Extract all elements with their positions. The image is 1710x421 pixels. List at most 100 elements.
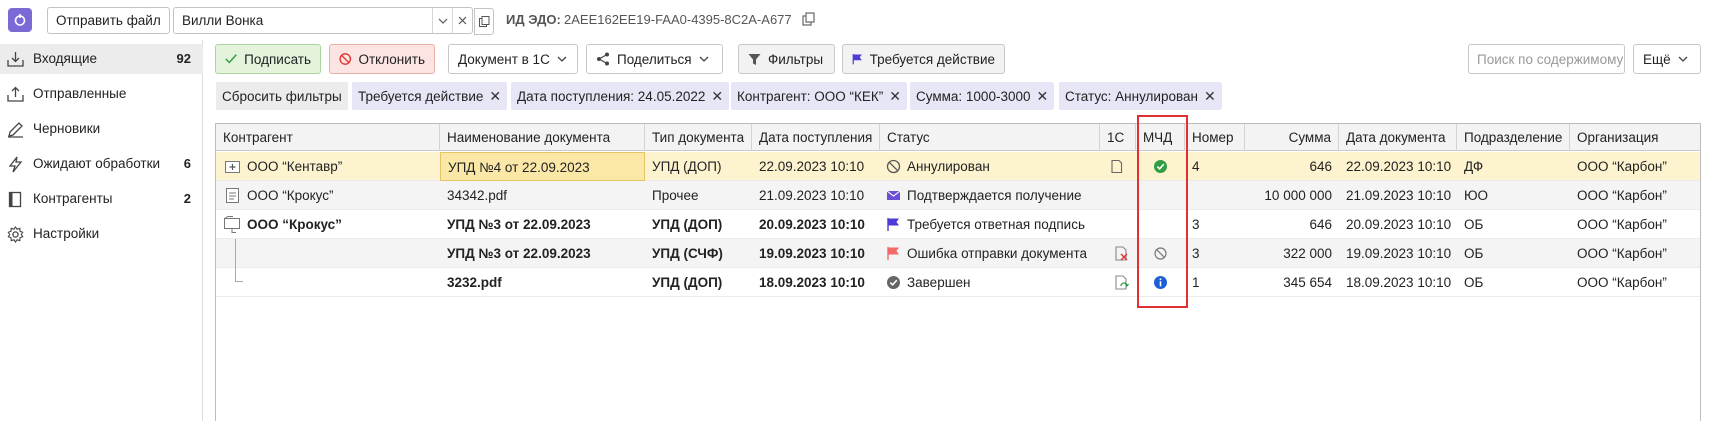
column-header[interactable]: Тип документа [645,124,752,151]
reject-button[interactable]: Отклонить [329,44,435,74]
block-icon [339,53,352,65]
filter-chip-label: Дата поступления: 24.05.2022 [517,88,706,104]
clear-icon[interactable] [452,8,472,33]
cell-status: Аннулирован [907,159,990,174]
cell-document-name[interactable]: УПД №3 от 22.09.2023 [440,239,645,268]
cell-status: Ошибка отправки документа [907,246,1087,261]
column-header[interactable]: Подразделение [1457,124,1570,151]
column-header[interactable]: Сумма [1245,124,1339,151]
column-header[interactable]: Номер [1185,124,1245,151]
reset-filters-button[interactable]: Сбросить фильтры [216,82,348,110]
cell-document-name[interactable]: 34342.pdf [440,181,645,210]
column-header[interactable]: Статус [880,124,1100,151]
annulled-icon [886,159,901,174]
inbox-icon [7,52,24,67]
more-button[interactable]: Ещё [1633,44,1701,74]
expand-folder-icon[interactable] [225,159,240,174]
cell-document-name[interactable]: УПД №4 от 22.09.2023 [440,152,645,181]
column-header[interactable]: МЧД [1136,124,1185,151]
cell-department: ОБ [1464,217,1484,232]
edo-id-label: ИД ЭДО: [506,12,561,27]
column-header[interactable]: Наименование документа [440,124,645,151]
sidebar-item-drafts[interactable]: Черновики [0,114,203,144]
cell-document-type: Прочее [652,188,699,203]
close-icon[interactable]: ✕ [889,88,901,105]
column-header[interactable]: 1С [1100,124,1136,151]
cell-organization: ООО “Карбон” [1577,275,1667,290]
share-button[interactable]: Поделиться [586,44,723,74]
filter-chip[interactable]: Статус: Аннулирован ✕ [1059,82,1222,110]
filters-button[interactable]: Фильтры [738,44,835,74]
table-row[interactable]: УПД №3 от 22.09.2023 УПД (СЧФ) 19.09.202… [216,239,1700,268]
cell-organization: ООО “Карбон” [1577,159,1667,174]
close-icon[interactable]: ✕ [1204,88,1216,105]
search-input[interactable]: Поиск по содержимому [1468,44,1625,74]
document-error-icon[interactable] [1114,246,1129,261]
filter-chip[interactable]: Сумма: 1000-3000 ✕ [910,82,1055,110]
send-file-button[interactable]: Отправить файл [47,7,170,34]
filter-chip[interactable]: Контрагент: ООО “КЕК” ✕ [731,82,908,110]
filter-chip[interactable]: Дата поступления: 24.05.2022 ✕ [511,82,730,110]
filter-icon [748,53,761,65]
sign-button[interactable]: Подписать [215,44,321,74]
table-row[interactable]: ООО “Крокус” 34342.pdf Прочее 21.09.2023… [216,181,1700,210]
cell-status: Подтверждается получение [907,188,1082,203]
table-row[interactable]: ООО “Крокус” УПД №3 от 22.09.2023 УПД (Д… [216,210,1700,239]
close-icon[interactable]: ✕ [1036,88,1048,105]
filter-chip-label: Статус: Аннулирован [1065,88,1198,104]
sidebar-item-label: Контрагенты [33,191,113,206]
document-sync-icon[interactable] [1114,275,1129,290]
column-header[interactable]: Организация [1570,124,1700,151]
revoked-icon [1154,247,1167,260]
close-icon[interactable]: ✕ [489,88,501,105]
table-row[interactable]: ООО “Кентавр” УПД №4 от 22.09.2023 УПД (… [216,152,1700,181]
copy-icon[interactable] [802,12,816,26]
tree-connector [235,239,236,268]
cell-received-date: 20.09.2023 10:10 [759,217,865,232]
filter-chip-label: Требуется действие [358,88,484,104]
close-icon[interactable]: ✕ [711,88,723,105]
cell-document-type: УПД (ДОП) [652,217,723,232]
reject-label: Отклонить [358,51,426,67]
sidebar-item-counterparties[interactable]: Контрагенты 2 [0,184,203,214]
cell-sum: 646 [1309,217,1332,232]
sidebar-item-label: Настройки [33,226,100,241]
refresh-icon [14,14,26,26]
cell-document-date: 22.09.2023 10:10 [1346,159,1452,174]
cell-sum: 345 654 [1283,275,1332,290]
sign-label: Подписать [244,51,311,67]
sidebar-item-settings[interactable]: Настройки [0,219,203,249]
cell-organization: ООО “Карбон” [1577,217,1667,232]
sidebar-item-inbox[interactable]: Входящие 92 [0,44,203,74]
column-header[interactable]: Контрагент [216,124,440,151]
chevron-down-icon[interactable] [432,8,452,33]
app-logo[interactable] [8,8,32,32]
cell-counterparty: ООО “Крокус” [247,188,334,203]
cell-document-date: 19.09.2023 10:10 [1346,246,1452,261]
filter-chip[interactable]: Требуется действие ✕ [352,82,508,110]
share-label: Поделиться [617,51,692,67]
action-required-button[interactable]: Требуется действие [842,44,1005,74]
table-row[interactable]: 3232.pdf УПД (ДОП) 18.09.2023 10:10 Заве… [216,268,1700,297]
open-window-icon[interactable] [474,8,494,35]
cell-received-date: 19.09.2023 10:10 [759,246,865,261]
organization-select[interactable]: Вилли Вонка [173,7,473,34]
column-header[interactable]: Дата поступления [752,124,880,151]
sidebar-item-sent[interactable]: Отправленные [0,79,203,109]
cell-document-date: 18.09.2023 10:10 [1346,275,1452,290]
filters-label: Фильтры [768,51,824,67]
cell-document-name[interactable]: 3232.pdf [440,268,645,297]
envelope-icon [886,190,901,200]
cell-document-name[interactable]: УПД №3 от 22.09.2023 [440,210,645,239]
cell-received-date: 18.09.2023 10:10 [759,275,865,290]
cell-document-type: УПД (ДОП) [652,275,723,290]
column-header[interactable]: Дата документа [1339,124,1457,151]
chevron-down-icon [1678,56,1688,62]
pencil-icon [8,122,23,138]
document-1c-button[interactable]: Документ в 1С [448,44,578,74]
document-1c-icon[interactable] [1109,159,1124,174]
sidebar-item-pending[interactable]: Ожидают обработки 6 [0,149,203,179]
cell-counterparty [240,268,440,297]
cell-department: ДФ [1464,159,1484,174]
cell-number [1185,181,1245,210]
